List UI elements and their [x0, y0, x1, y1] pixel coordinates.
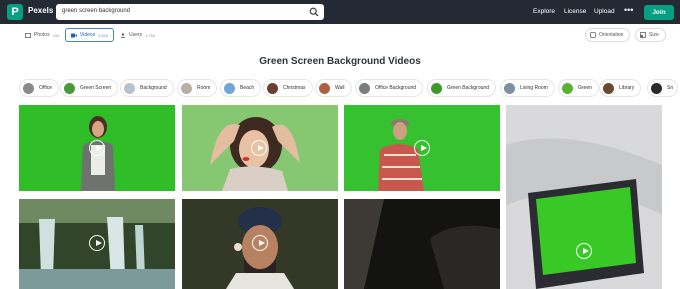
- tab-label: Photos: [34, 32, 50, 38]
- page-title: Green Screen Background Videos: [259, 56, 421, 67]
- play-icon[interactable]: [89, 235, 105, 251]
- chip-label: Green Screen: [80, 85, 112, 91]
- chip-christmas[interactable]: Christmas: [263, 79, 313, 97]
- chip-green-screen[interactable]: Green Screen: [60, 79, 119, 97]
- chip-label: Green Background: [447, 85, 489, 91]
- chip-wall[interactable]: Wall: [315, 79, 352, 97]
- chip-room[interactable]: Room: [177, 79, 218, 97]
- chip-label: Room: [197, 85, 211, 91]
- chip-thumbnail: [64, 82, 75, 94]
- chip-thumbnail: [124, 82, 135, 94]
- more-menu-icon[interactable]: •••: [624, 5, 633, 15]
- size-icon: [640, 32, 646, 38]
- chip-thumbnail: [267, 82, 278, 94]
- chip-label: Office: [39, 85, 52, 91]
- chip-thumbnail: [319, 82, 330, 94]
- brand-name[interactable]: Pexels: [28, 6, 53, 15]
- size-label: Size: [649, 32, 659, 38]
- video-thumbnail-laptop-green-screen[interactable]: [506, 105, 662, 289]
- chip-green-background[interactable]: Green Background: [427, 79, 496, 97]
- search-input[interactable]: green screen background: [62, 8, 130, 14]
- video-icon: [71, 33, 77, 37]
- chip-label: Wall: [335, 85, 345, 91]
- pexels-logo-icon[interactable]: P: [7, 4, 23, 20]
- tab-videos[interactable]: Videos 2,816: [65, 28, 114, 42]
- chip-thumbnail: [359, 82, 370, 94]
- tab-label: Users: [129, 32, 143, 38]
- tab-count: 2,816: [98, 32, 109, 38]
- chip-background[interactable]: Background: [120, 79, 174, 97]
- video-preview-image: [506, 105, 662, 289]
- play-icon[interactable]: [414, 140, 430, 156]
- video-thumbnail-man-turban[interactable]: [182, 199, 338, 289]
- tab-photos[interactable]: Photos 10K: [20, 28, 63, 42]
- chip-label: Christmas: [283, 85, 306, 91]
- chip-living-room[interactable]: Living Room: [500, 79, 555, 97]
- chip-thumbnail: [504, 82, 515, 94]
- play-icon[interactable]: [576, 243, 592, 259]
- play-icon[interactable]: [251, 140, 267, 156]
- chip-label: Green: [578, 85, 592, 91]
- play-icon[interactable]: [89, 140, 105, 156]
- tab-label: Videos: [80, 32, 96, 38]
- chip-office-background[interactable]: Office Background: [355, 79, 424, 97]
- chip-thumbnail: [431, 82, 442, 94]
- video-thumbnail-waterfall[interactable]: [19, 199, 175, 289]
- chip-thumbnail: [224, 82, 235, 94]
- video-thumbnail-man-green-screen[interactable]: [344, 105, 500, 191]
- chip-label: Background: [140, 85, 167, 91]
- tab-count: 10K: [52, 32, 60, 38]
- search-bar[interactable]: green screen background: [56, 4, 324, 20]
- video-preview-image: [344, 199, 500, 289]
- chip-label: Sn: [667, 85, 674, 91]
- chip-library[interactable]: Library: [599, 79, 642, 97]
- join-button[interactable]: Join: [644, 5, 674, 20]
- chip-thumbnail: [23, 82, 34, 94]
- tab-users[interactable]: Users 1,766: [115, 28, 160, 42]
- chip-label: Library: [619, 85, 635, 91]
- video-thumbnail-dark-scene[interactable]: [344, 199, 500, 289]
- photo-icon: [25, 32, 31, 38]
- nav-explore[interactable]: Explore: [533, 8, 555, 15]
- chip-label: Beach: [240, 85, 255, 91]
- chip-office[interactable]: Office: [19, 79, 59, 97]
- orientation-filter-button[interactable]: Orientation: [585, 28, 631, 42]
- chip-thumbnail: [562, 82, 573, 94]
- video-thumbnail-woman-posing[interactable]: [182, 105, 338, 191]
- orientation-icon: [590, 32, 596, 38]
- users-icon: [120, 32, 126, 38]
- chip-thumbnail: [603, 82, 614, 94]
- chip-sn[interactable]: Sn: [647, 79, 679, 97]
- chip-label: Office Background: [375, 85, 417, 91]
- nav-license[interactable]: License: [564, 8, 586, 15]
- chip-beach[interactable]: Beach: [220, 79, 262, 97]
- tab-count: 1,766: [145, 32, 156, 38]
- chip-thumbnail: [651, 82, 662, 94]
- orientation-label: Orientation: [599, 32, 624, 38]
- search-icon[interactable]: [309, 7, 319, 17]
- size-filter-button[interactable]: Size: [635, 28, 666, 42]
- nav-upload[interactable]: Upload: [594, 8, 615, 15]
- chip-label: Living Room: [520, 85, 548, 91]
- play-icon[interactable]: [252, 235, 268, 251]
- chip-green[interactable]: Green: [558, 79, 599, 97]
- video-thumbnail-woman-green-screen[interactable]: [19, 105, 175, 191]
- chip-thumbnail: [181, 82, 192, 94]
